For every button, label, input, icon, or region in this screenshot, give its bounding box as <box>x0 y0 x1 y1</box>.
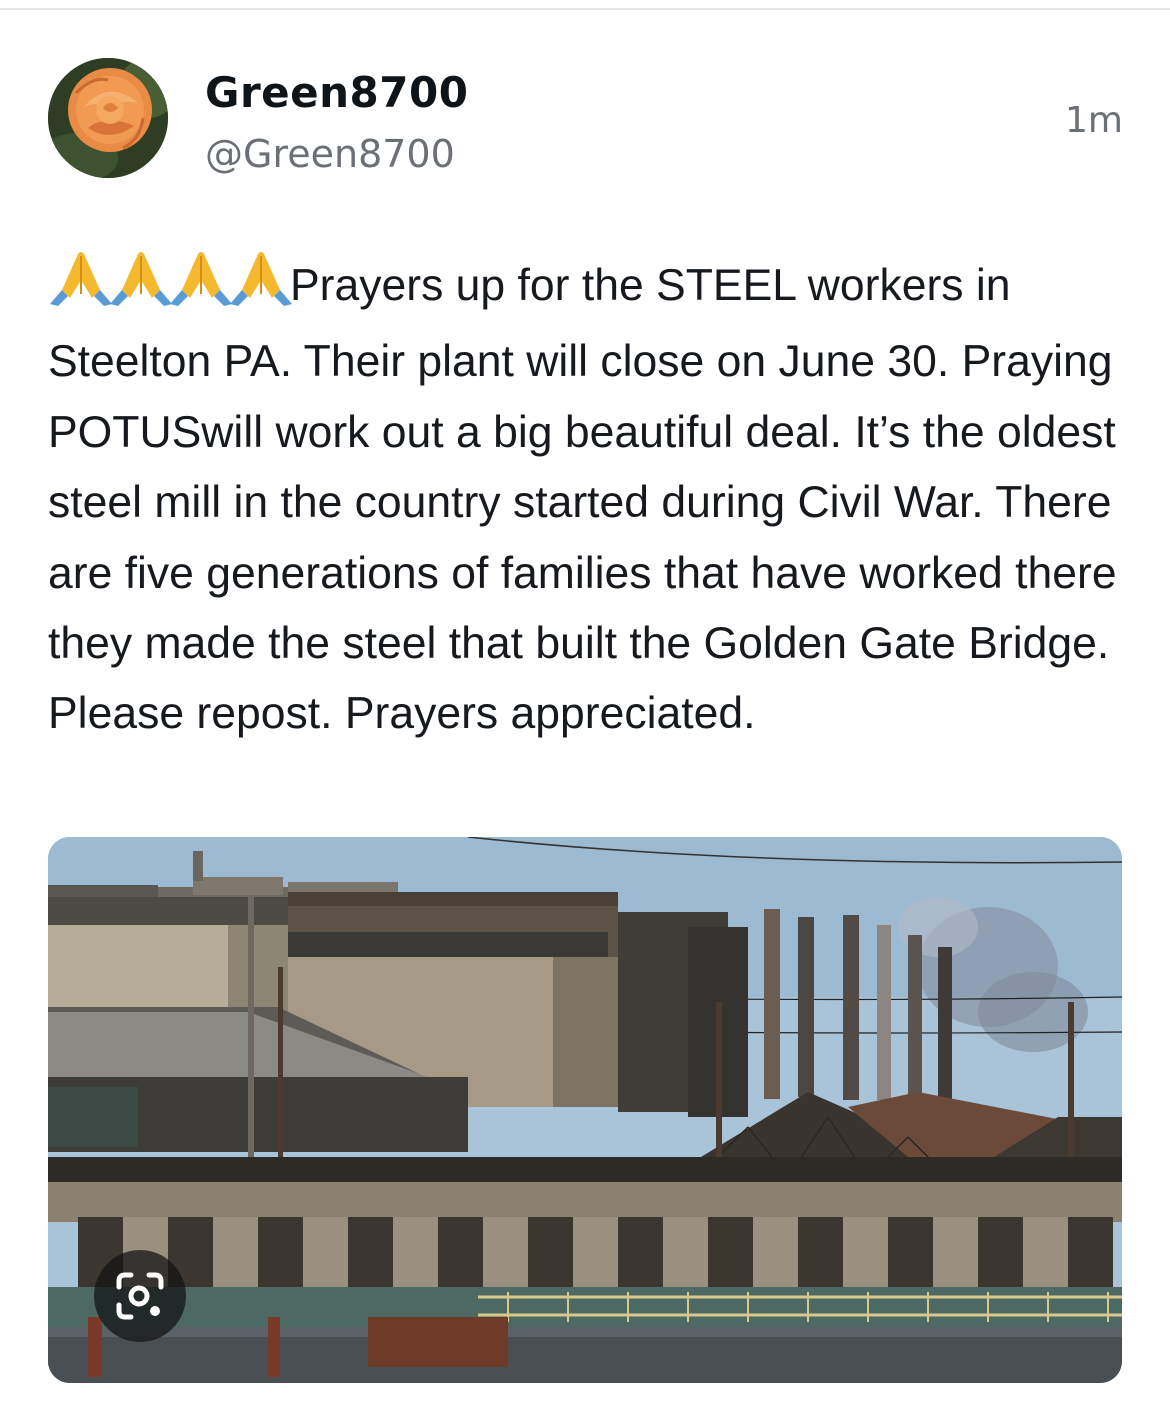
post-timestamp: 1m <box>1065 100 1123 141</box>
post-text: Prayers up for the STEEL workers in Stee… <box>48 250 1128 750</box>
display-name[interactable]: Green8700 <box>205 68 468 117</box>
steel-mill-photo <box>48 837 1122 1383</box>
folded-hands-icon <box>170 252 232 306</box>
post-header: Green8700 @Green8700 1m <box>48 58 1123 188</box>
post-body-text: Prayers up for the STEEL workers in Stee… <box>48 261 1117 739</box>
visual-search-icon <box>116 1272 164 1320</box>
orange-rose-icon <box>48 58 168 178</box>
top-divider <box>0 8 1170 10</box>
folded-hands-icon <box>230 252 292 306</box>
folded-hands-icon <box>50 252 112 306</box>
user-handle[interactable]: @Green8700 <box>205 132 455 176</box>
post-image[interactable] <box>48 837 1122 1383</box>
prayer-emojis <box>48 250 292 327</box>
avatar[interactable] <box>48 58 168 178</box>
visual-search-button[interactable] <box>94 1250 186 1342</box>
folded-hands-icon <box>110 252 172 306</box>
